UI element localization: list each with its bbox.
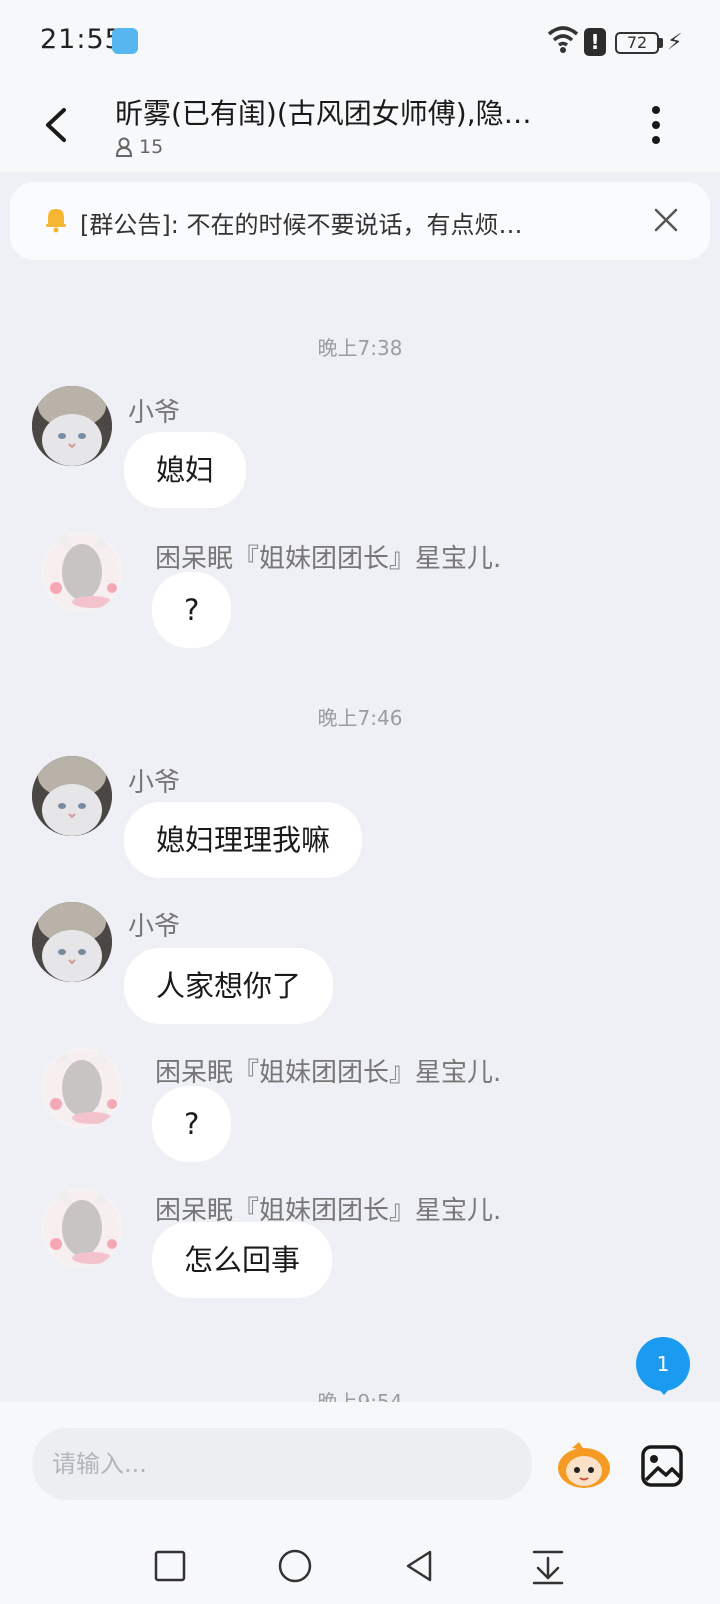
girl-avatar-image [44,1190,120,1266]
cat-avatar-image [32,902,112,982]
avatar[interactable] [32,386,112,466]
status-time: 21:55 [40,24,123,55]
avatar[interactable] [42,532,122,612]
message-bubble[interactable]: ? [152,1086,232,1162]
group-title[interactable]: 昕雾(已有闺)(古风团女师傅),隐… [115,92,605,132]
cat-avatar-image [32,756,112,836]
person-icon [115,137,133,157]
wifi-icon [547,26,579,53]
message-bubble[interactable]: 媳妇理理我嘛 [124,802,363,878]
square-nav-icon[interactable] [150,1546,190,1586]
message-bubble[interactable]: 怎么回事 [152,1222,333,1298]
charging-icon: ⚡ [667,30,683,55]
back-arrow-icon[interactable] [38,104,80,146]
message-bubble[interactable]: ? [152,572,232,648]
girl-avatar-image [44,534,120,610]
unread-badge-tip [655,1385,673,1395]
cat-avatar-image [32,386,112,466]
avatar[interactable] [42,1048,122,1128]
battery-icon: 72 [615,32,659,54]
avatar[interactable] [32,902,112,982]
timestamp: 晚上7:38 [317,336,403,360]
bell-icon [46,209,66,233]
message-bubble[interactable]: 人家想你了 [124,948,334,1024]
avatar[interactable] [42,1188,122,1268]
battery-tip [659,38,663,48]
image-icon[interactable] [640,1444,684,1488]
group-notice-text: [群公告]: 不在的时候不要说话，有点烦… [80,211,523,239]
alert-icon: ! [584,28,606,56]
triangle-back-icon[interactable] [400,1546,440,1586]
system-nav-bar [0,1506,720,1604]
message-input[interactable] [32,1428,532,1500]
message-bubble[interactable]: 媳妇 [124,432,247,508]
sender-name: 小爷 [128,768,181,798]
timestamp: 晚上7:46 [317,706,403,730]
avatar[interactable] [32,756,112,836]
collapse-down-icon[interactable] [528,1546,568,1586]
sender-name: 小爷 [128,912,181,942]
sender-name: 小爷 [128,398,181,428]
member-count-value: 15 [139,136,164,158]
member-count[interactable]: 15 [115,136,163,158]
circle-nav-icon[interactable] [275,1546,315,1586]
book-app-icon [112,28,138,54]
sender-name: 困呆眠『姐妹团团长』星宝儿. [155,544,502,574]
girl-avatar-image [44,1050,120,1126]
emoji-icon[interactable] [555,1440,613,1490]
close-icon[interactable] [651,205,681,235]
unread-badge[interactable]: 1 [636,1337,690,1391]
more-icon[interactable] [648,104,664,146]
sender-name: 困呆眠『姐妹团团长』星宝儿. [155,1058,502,1088]
